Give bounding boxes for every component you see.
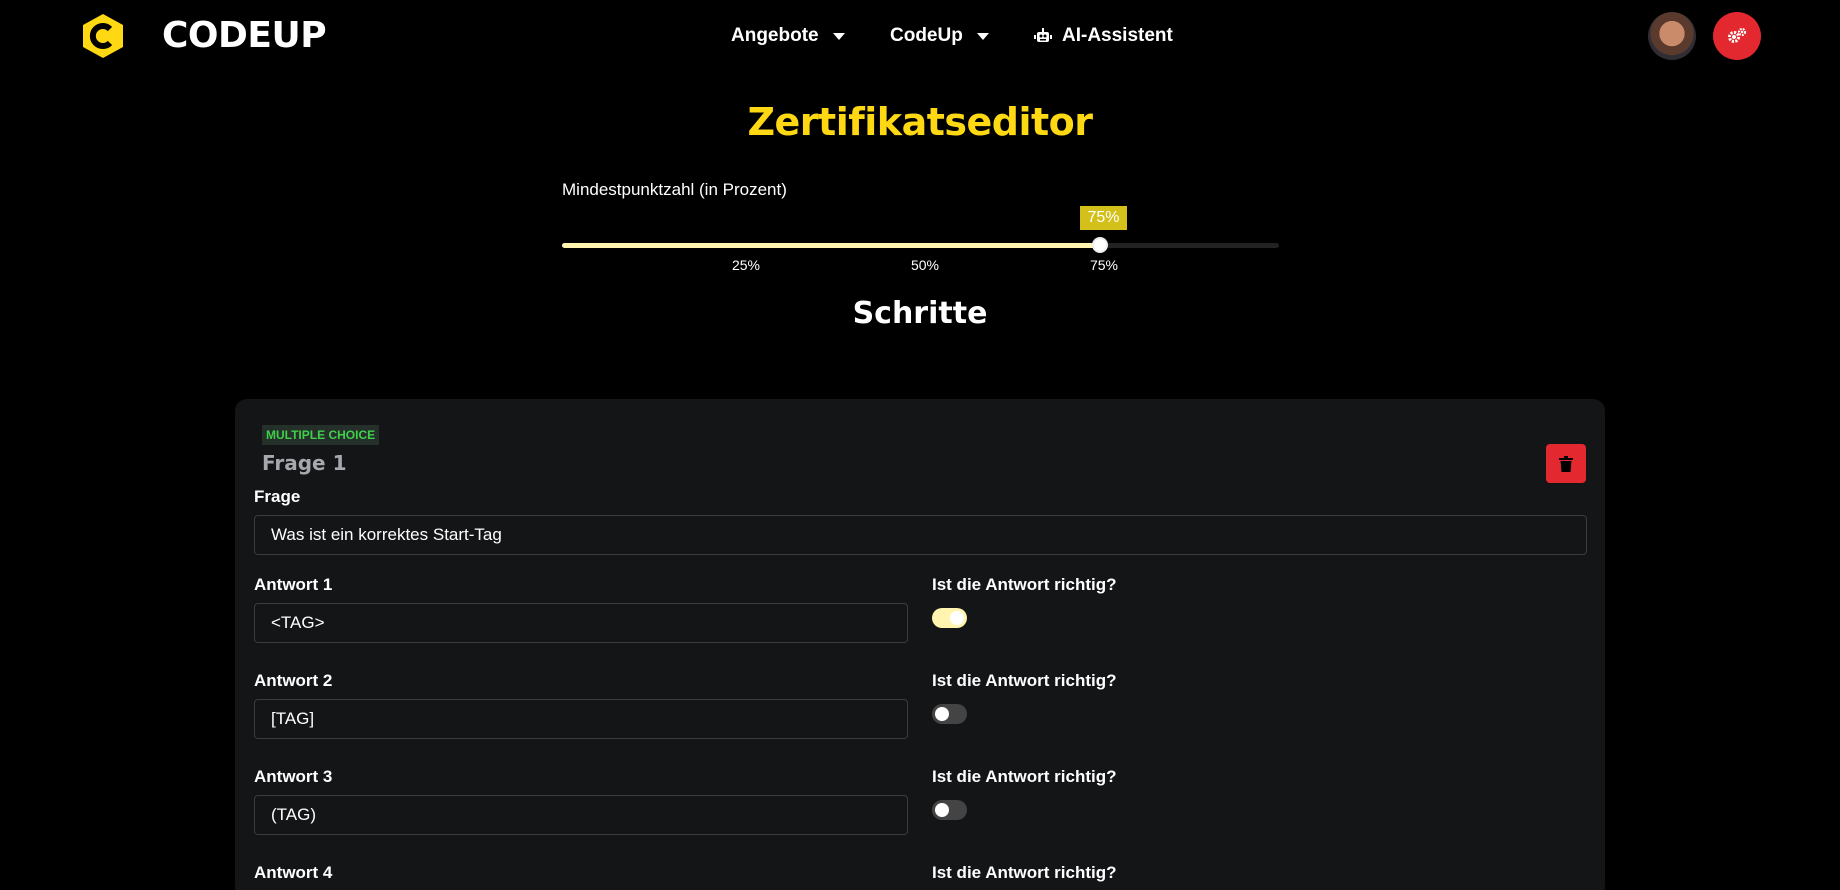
correct-toggle[interactable] [932,704,967,724]
question-label: Frage [254,487,301,506]
min-score-label: Mindestpunktzahl (in Prozent) [562,180,787,199]
correct-label: Ist die Antwort richtig? [932,575,1117,594]
answer-input[interactable]: (TAG) [254,795,908,835]
slider-tick: 25% [731,257,761,273]
nav-item-ai-assistent[interactable]: AI-Assistent [1034,24,1173,48]
caret-down-icon [832,32,845,40]
trash-icon [1559,455,1573,472]
toggle-knob [950,611,964,625]
answer-input[interactable]: <TAG> [254,603,908,643]
nav-item-codeup[interactable]: CodeUp [890,24,989,48]
section-title: Schritte [852,296,988,331]
question-input[interactable]: Was ist ein korrektes Start-Tag [254,515,1587,555]
correct-label: Ist die Antwort richtig? [932,863,1117,882]
toggle-knob [935,803,949,817]
slider-thumb[interactable] [1091,237,1108,253]
page-title: Zertifikatseditor [747,100,1093,144]
question-title: Frage 1 [262,451,347,475]
correct-label: Ist die Antwort richtig? [932,767,1117,786]
correct-label: Ist die Antwort richtig? [932,671,1117,690]
min-score-slider[interactable] [562,237,1279,253]
slider-tick: 50% [910,257,940,273]
answer-label: Antwort 1 [254,575,333,594]
question-card: MULTIPLE CHOICE Frage 1 Frage Was ist ei… [235,399,1605,890]
nav-item-angebote[interactable]: Angebote [731,24,845,48]
slider-value-badge: 75% [1080,206,1127,230]
codeup-logo-icon[interactable] [79,12,127,60]
answer-label: Antwort 3 [254,767,333,786]
answer-label: Antwort 4 [254,863,333,882]
nav-item-label: Angebote [731,25,819,46]
answer-input[interactable]: [TAG] [254,699,908,739]
caret-down-icon [976,32,989,40]
toggle-knob [935,707,949,721]
nav-item-label: CodeUp [890,25,963,46]
user-avatar[interactable] [1648,12,1696,60]
robot-icon [1034,28,1052,42]
correct-toggle[interactable] [932,800,967,820]
answer-label: Antwort 2 [254,671,333,690]
nav-item-label: AI-Assistent [1062,25,1173,46]
brand-name[interactable]: CODEUP [162,14,327,58]
navbar: CODEUP Angebote CodeUp AI-Assistent [0,0,1840,72]
slider-fill [562,243,1100,248]
admin-settings-button[interactable] [1713,12,1761,60]
question-type-badge: MULTIPLE CHOICE [262,425,380,445]
correct-toggle[interactable] [932,608,967,628]
gears-icon [1728,27,1747,43]
delete-question-button[interactable] [1546,444,1586,483]
slider-tick: 75% [1089,257,1119,273]
